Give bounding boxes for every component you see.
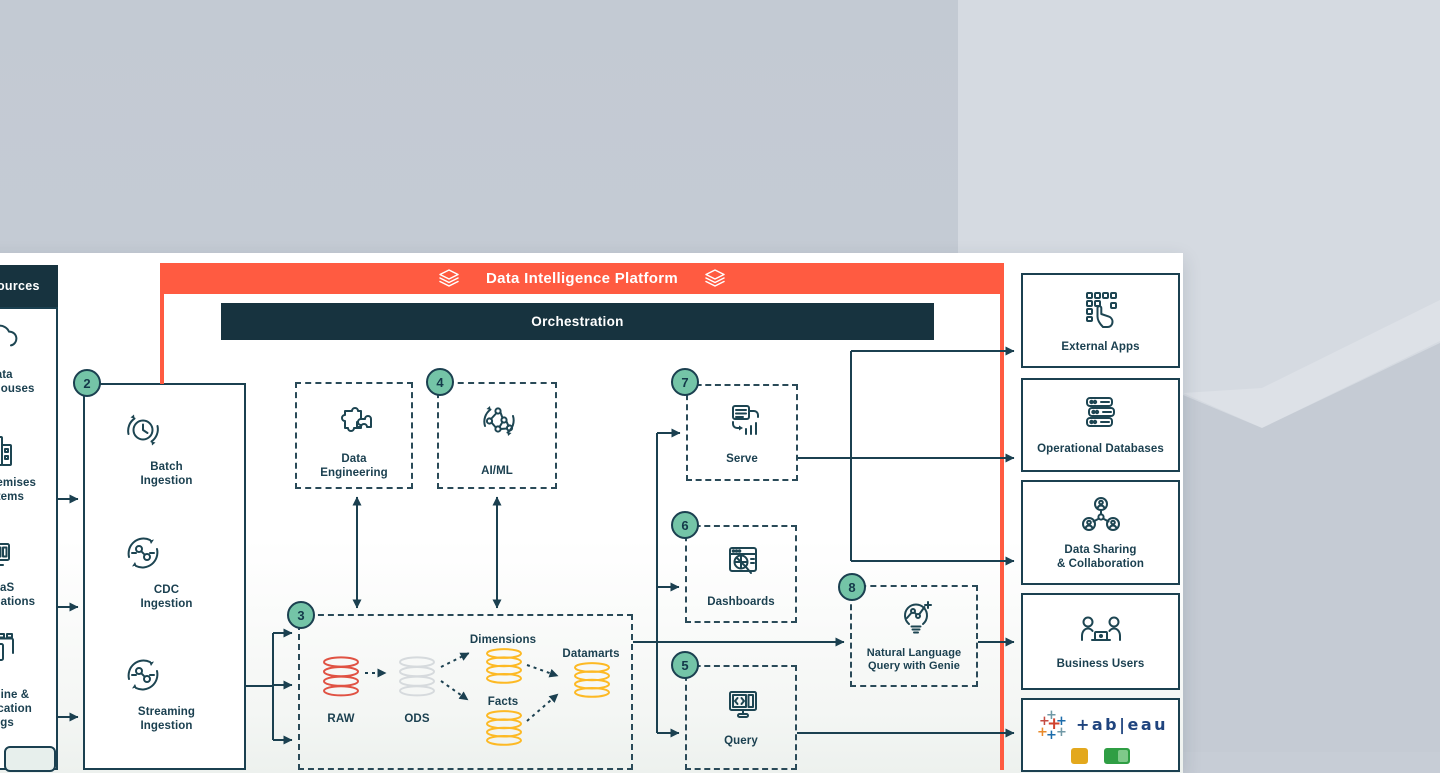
ai-ml-box: AI/ML [437,382,557,489]
streaming-sync-icon [120,652,166,698]
orchestration-label: Orchestration [531,314,623,329]
orchestration-bar: Orchestration [221,303,934,340]
source-label-on-premises: On-Premises Systems [0,476,60,504]
external-apps-box: External Apps [1021,273,1180,368]
ai-ml-label: AI/ML [439,464,555,478]
badge-5: 5 [671,651,699,679]
dashboards-label: Dashboards [687,595,795,609]
data-sources-header: Data Sources [0,265,58,307]
raw-label: RAW [311,712,371,726]
dimensions-database-icon [482,648,526,684]
platform-right-border [1000,294,1004,770]
badge-4: 4 [426,368,454,396]
batch-sync-clock-icon [120,407,166,453]
serve-box: Serve [686,384,798,481]
ingestion-box: Batch Ingestion CDC Ingestion Streaming … [83,383,246,770]
data-engineering-box: Data Engineering [295,382,413,489]
dashboards-box: Dashboards [685,525,797,623]
platform-banner: Data Intelligence Platform [160,263,1004,294]
badge-2: 2 [73,369,101,397]
data-sharing-box: Data Sharing & Collaboration [1021,480,1180,585]
banner-title: Data Intelligence Platform [486,270,678,287]
business-users-box: Business Users [1021,593,1180,690]
databricks-logo-icon [704,269,726,289]
source-label-data-warehouses: Data Warehouses [0,368,60,396]
badge-6: 6 [671,511,699,539]
operational-databases-label: Operational Databases [1037,442,1164,456]
source-label-saas: SaaS Applications [0,581,60,609]
saas-window-icon [0,534,23,580]
facts-database-icon [482,710,526,746]
badge-7: 7 [671,368,699,396]
powerbi-icon [1071,748,1088,764]
ingestion-label-batch: Batch Ingestion [85,460,248,488]
tableau-sparkle-icon: + + + + + + + [1033,706,1069,742]
badge-3: 3 [287,601,315,629]
cloud-database-icon [0,316,23,362]
business-users-icon [1074,612,1128,652]
tableau-wordmark: +ab|eau [1076,715,1168,734]
sheets-icon [1104,748,1130,764]
svg-text:+: + [1056,725,1067,740]
ingestion-label-streaming: Streaming Ingestion [85,705,248,733]
tableau-logo: + + + + + + + +ab|eau [1033,706,1168,742]
building-icon [0,428,23,474]
genie-box: Natural Language Query with Genie [850,585,978,687]
puzzle-icon [333,398,379,444]
query-label: Query [687,734,795,748]
raw-database-icon [319,656,363,698]
cdc-sync-icon [120,530,166,576]
data-sources-header-label: Data Sources [0,279,40,293]
dashboards-icon [720,539,766,585]
datamarts-database-icon [570,662,614,698]
serve-label: Serve [688,452,796,466]
tableau-box: + + + + + + + +ab|eau [1021,698,1180,772]
data-engineering-label: Data Engineering [297,452,411,480]
badge-8: 8 [838,573,866,601]
ai-network-icon [476,398,522,444]
ods-label: ODS [387,712,447,726]
partner-logo-row [1071,748,1130,764]
ingestion-label-cdc: CDC Ingestion [85,583,248,611]
dimensions-label: Dimensions [463,633,543,647]
data-sharing-icon [1076,494,1126,538]
query-box: Query [685,665,797,770]
app-logs-icon [0,627,23,673]
external-apps-label: External Apps [1061,340,1139,354]
operational-databases-icon [1076,393,1126,437]
genie-label: Natural Language Query with Genie [852,647,976,674]
source-label-machine-logs: Machine & Application Logs [0,688,60,730]
business-users-label: Business Users [1057,657,1145,671]
external-apps-icon [1076,287,1126,335]
data-sharing-label: Data Sharing & Collaboration [1057,543,1144,571]
serve-icon [721,398,767,444]
cutoff-bottom-box [4,746,56,772]
facts-label: Facts [463,695,543,709]
data-sources-panel: Data Warehouses On-Premises Systems SaaS… [0,307,58,770]
genie-lightbulb-icon [893,595,939,641]
platform-left-border [160,294,164,384]
datamarts-label: Datamarts [551,647,631,661]
databricks-logo-icon [438,269,460,289]
storage-layer-box: RAW ODS Dimensions Facts Datamarts [298,614,633,770]
query-icon [720,683,766,729]
operational-databases-box: Operational Databases [1021,378,1180,472]
ods-database-icon [395,656,439,698]
